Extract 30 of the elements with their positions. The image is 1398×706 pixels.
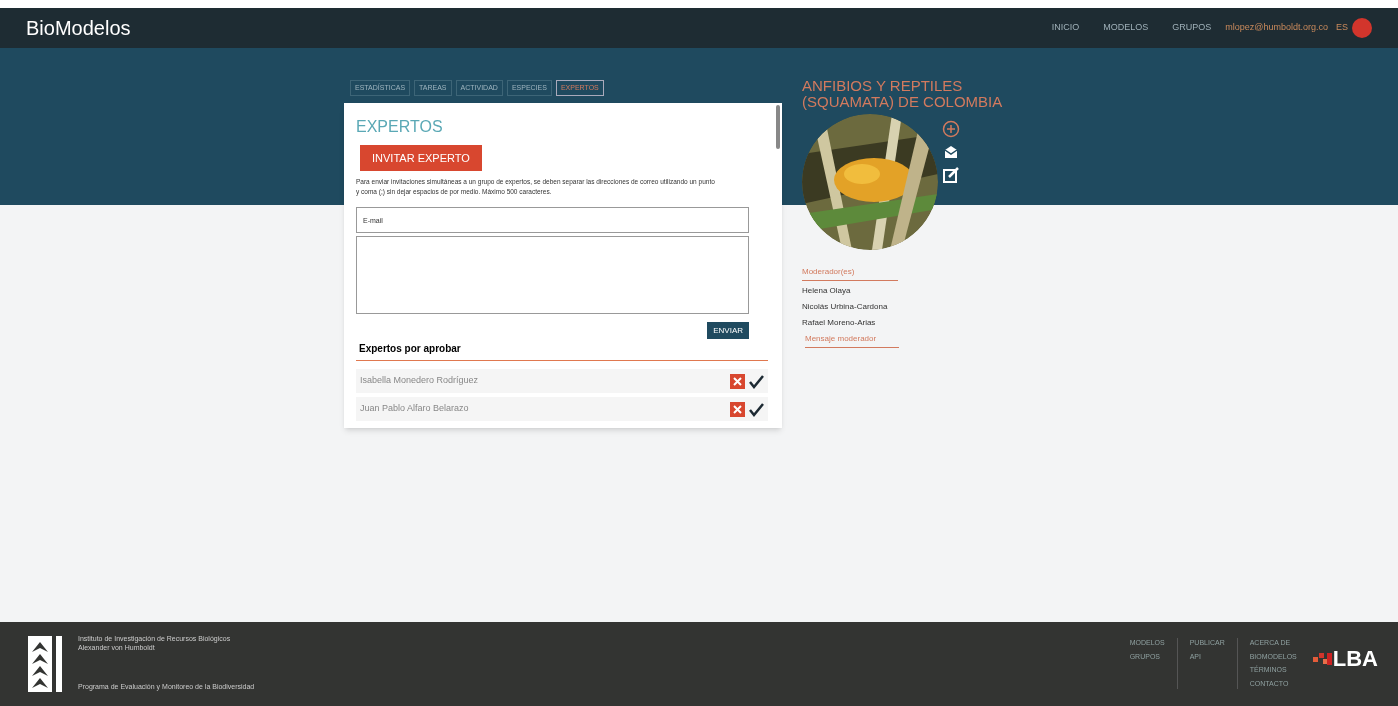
lba-logo-icon [1312,650,1333,667]
message-field[interactable] [356,236,749,314]
edit-icon[interactable] [942,166,960,184]
check-icon[interactable] [749,373,764,389]
invite-button[interactable]: INVITAR EXPERTO [360,145,482,171]
scrollbar-thumb[interactable] [776,105,780,149]
language-label[interactable]: ES [1336,21,1348,35]
moderators-label: Moderador(es) [802,266,898,281]
user-email[interactable]: mlopez@humboldt.org.co [1225,21,1328,35]
mail-icon[interactable] [942,144,960,160]
moderator-name: Nicolás Urbina-Cardona [802,301,889,313]
nav-link[interactable]: MODELOS [1103,21,1149,35]
group-title: ANFIBIOS Y REPTILES (SQUAMATA) DE COLOMBIA [802,78,1004,110]
brand-logo[interactable]: BioModelos [26,13,131,43]
nav-link[interactable]: GRUPOS [1172,21,1212,35]
moderator-name: Helena Olaya [802,285,852,297]
reject-icon[interactable] [730,401,745,417]
partner-logo: LBA [1332,645,1378,673]
expert-name: Isabella Monedero Rodríguez [360,374,480,388]
add-icon[interactable] [942,120,960,138]
reject-icon[interactable] [730,373,745,389]
expert-name: Juan Pablo Alfaro Belarazo [360,402,470,416]
send-button[interactable]: ENVIAR [707,322,749,339]
check-icon[interactable] [749,401,764,417]
nav-link[interactable]: INICIO [1051,21,1080,35]
avatar-icon[interactable] [1352,18,1372,38]
message-link[interactable]: Mensaje moderador [805,333,899,348]
moderator-name: Rafael Moreno-Arias [802,317,877,329]
section-title: Expertos por aprobar [359,342,462,356]
panel-title: EXPERTOS [356,117,444,137]
